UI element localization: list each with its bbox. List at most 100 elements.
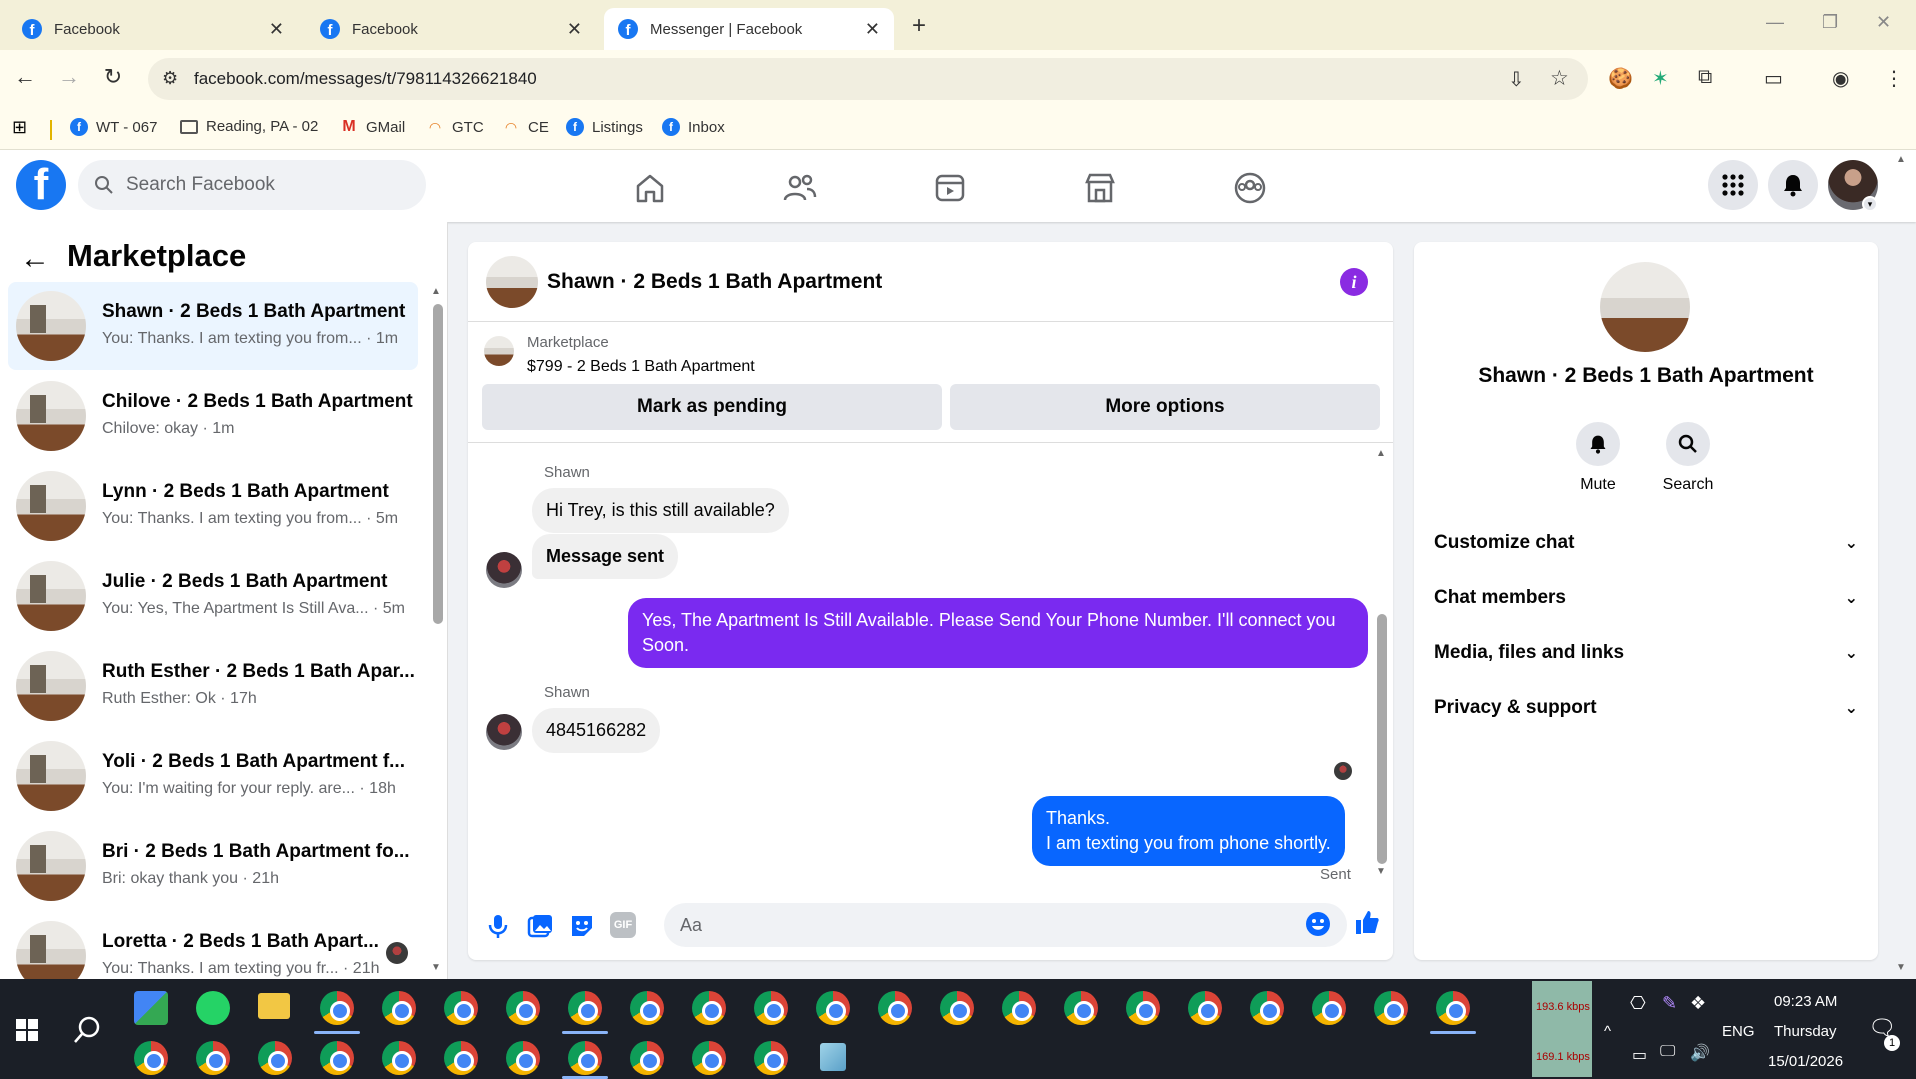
- chrome-icon[interactable]: [692, 1041, 726, 1075]
- mute-button[interactable]: Mute: [1548, 422, 1648, 494]
- sticker-icon[interactable]: [568, 912, 596, 940]
- conversation-item-julie[interactable]: Julie · 2 Beds 1 Bath Apartment You: Yes…: [8, 552, 418, 640]
- address-bar[interactable]: ⚙ facebook.com/messages/t/79811432662184…: [148, 58, 1588, 100]
- chrome-icon[interactable]: [444, 1041, 478, 1075]
- chrome-icon[interactable]: [754, 991, 788, 1025]
- conversation-item-shawn[interactable]: Shawn · 2 Beds 1 Bath Apartment You: Tha…: [8, 282, 418, 370]
- chrome-icon[interactable]: [1064, 991, 1098, 1025]
- chrome-icon[interactable]: [444, 991, 478, 1025]
- chrome-icon[interactable]: [506, 991, 540, 1025]
- menu-grid-button[interactable]: [1708, 160, 1758, 210]
- chrome-icon[interactable]: [940, 991, 974, 1025]
- chrome-icon[interactable]: [382, 991, 416, 1025]
- groups-icon[interactable]: [1230, 168, 1270, 208]
- mark-as-pending-button[interactable]: Mark as pending: [482, 384, 942, 430]
- chrome-icon[interactable]: [1126, 991, 1160, 1025]
- incoming-message[interactable]: Message sent: [532, 534, 679, 579]
- bookmark-listings[interactable]: f Listings: [566, 118, 643, 136]
- chat-title[interactable]: Shawn · 2 Beds 1 Bath Apartment: [547, 270, 882, 294]
- chrome-icon[interactable]: [568, 1041, 602, 1075]
- tray-app-icon[interactable]: ⎔: [1630, 993, 1646, 1014]
- chrome-icon[interactable]: [1188, 991, 1222, 1025]
- page-scroll-down-icon[interactable]: ▼: [1896, 962, 1906, 973]
- search-icon[interactable]: [72, 1015, 102, 1045]
- incoming-message[interactable]: 4845166282: [532, 708, 661, 753]
- privacy-support-section[interactable]: Privacy & support ⌄: [1434, 697, 1858, 719]
- clock-time[interactable]: 09:23 AM: [1774, 993, 1837, 1010]
- bookmark-wt067[interactable]: f WT - 067: [70, 118, 157, 136]
- tray-pen-icon[interactable]: ✎: [1662, 993, 1677, 1014]
- reload-icon[interactable]: ↻: [98, 64, 128, 90]
- extension-icon[interactable]: ✶: [1652, 66, 1669, 91]
- back-icon[interactable]: ←: [10, 64, 40, 90]
- whatsapp-icon[interactable]: [196, 991, 230, 1025]
- forward-icon[interactable]: →: [54, 64, 84, 90]
- close-icon[interactable]: ✕: [865, 19, 880, 40]
- language-indicator[interactable]: ENG: [1722, 1023, 1755, 1040]
- profile-listing-photo[interactable]: [1600, 262, 1690, 352]
- chrome-icon[interactable]: [196, 1041, 230, 1075]
- conversation-item-lynn[interactable]: Lynn · 2 Beds 1 Bath Apartment You: Than…: [8, 462, 418, 550]
- conversation-item-bri[interactable]: Bri · 2 Beds 1 Bath Apartment fo... Bri:…: [8, 822, 418, 910]
- photo-icon[interactable]: [526, 912, 554, 940]
- bookmark-gtc[interactable]: ◠ GTC: [426, 118, 484, 136]
- minimize-icon[interactable]: —: [1766, 12, 1784, 33]
- chrome-icon[interactable]: [320, 1041, 354, 1075]
- info-icon[interactable]: i: [1340, 268, 1368, 296]
- file-explorer-icon[interactable]: [258, 993, 290, 1019]
- sender-avatar[interactable]: [486, 552, 522, 588]
- notepad-app-icon[interactable]: [820, 1043, 846, 1071]
- close-icon[interactable]: ✕: [269, 19, 284, 40]
- network-speed-widget[interactable]: 193.6 kbps 169.1 kbps: [1532, 981, 1592, 1077]
- menu-dots-icon[interactable]: ⋮: [1884, 66, 1904, 91]
- outgoing-message[interactable]: Thanks. I am texting you from phone shor…: [1032, 796, 1345, 866]
- microphone-icon[interactable]: [484, 912, 512, 940]
- customize-chat-section[interactable]: Customize chat ⌄: [1434, 532, 1858, 554]
- conversation-item-ruth-esther[interactable]: Ruth Esther · 2 Beds 1 Bath Apar... Ruth…: [8, 642, 418, 730]
- info-panel-name[interactable]: Shawn · 2 Beds 1 Bath Apartment: [1414, 364, 1878, 388]
- browser-tab-1[interactable]: f Facebook ✕: [8, 8, 298, 50]
- chrome-icon[interactable]: [382, 1041, 416, 1075]
- scroll-down-icon[interactable]: ▼: [431, 962, 441, 973]
- scroll-up-icon[interactable]: ▲: [431, 286, 441, 297]
- close-icon[interactable]: ✕: [567, 19, 582, 40]
- volume-icon[interactable]: 🔊: [1690, 1043, 1710, 1063]
- sidebar-scrollbar[interactable]: [433, 304, 443, 624]
- bookmark-inbox[interactable]: f Inbox: [662, 118, 725, 136]
- restore-icon[interactable]: ❐: [1822, 12, 1838, 33]
- conversation-item-loretta[interactable]: Loretta · 2 Beds 1 Bath Apart... You: Th…: [8, 912, 418, 979]
- media-files-links-section[interactable]: Media, files and links ⌄: [1434, 642, 1858, 664]
- clock-date[interactable]: 15/01/2026: [1768, 1053, 1843, 1070]
- chrome-icon[interactable]: [1436, 991, 1470, 1025]
- search-in-chat-button[interactable]: Search: [1638, 422, 1738, 494]
- sender-avatar[interactable]: [486, 714, 522, 750]
- meet-app-icon[interactable]: [134, 991, 168, 1025]
- message-input[interactable]: Aa: [664, 903, 1347, 947]
- browser-tab-2[interactable]: f Facebook ✕: [306, 8, 596, 50]
- listing-mini-thumbnail[interactable]: [484, 336, 514, 366]
- tray-chevron-up-icon[interactable]: ^: [1604, 1023, 1611, 1040]
- notifications-button[interactable]: [1768, 160, 1818, 210]
- dropbox-icon[interactable]: ❖: [1690, 993, 1706, 1014]
- window-close-icon[interactable]: ✕: [1876, 12, 1891, 33]
- install-app-icon[interactable]: ⇩: [1508, 67, 1525, 92]
- scroll-down-icon[interactable]: ▼: [1376, 866, 1386, 877]
- chrome-icon[interactable]: [1002, 991, 1036, 1025]
- facebook-logo-icon[interactable]: f: [16, 160, 66, 210]
- listing-price-title[interactable]: $799 - 2 Beds 1 Bath Apartment: [527, 358, 755, 376]
- chrome-icon[interactable]: [1312, 991, 1346, 1025]
- chat-scrollbar[interactable]: [1377, 614, 1387, 864]
- cookie-extension-icon[interactable]: 🍪: [1608, 66, 1633, 91]
- chrome-icon[interactable]: [630, 991, 664, 1025]
- chrome-icon[interactable]: [568, 991, 602, 1025]
- battery-icon[interactable]: ▭: [1632, 1045, 1647, 1065]
- friends-icon[interactable]: [780, 168, 820, 208]
- apps-grid-icon[interactable]: ⊞: [12, 117, 27, 138]
- puzzle-extensions-icon[interactable]: ⧉: [1698, 66, 1712, 89]
- chrome-icon[interactable]: [1250, 991, 1284, 1025]
- emoji-icon[interactable]: [1304, 910, 1332, 938]
- conversation-item-yoli[interactable]: Yoli · 2 Beds 1 Bath Apartment f... You:…: [8, 732, 418, 820]
- chrome-icon[interactable]: [692, 991, 726, 1025]
- profile-icon[interactable]: ◉: [1832, 66, 1849, 91]
- outgoing-message[interactable]: Yes, The Apartment Is Still Available. P…: [628, 598, 1368, 668]
